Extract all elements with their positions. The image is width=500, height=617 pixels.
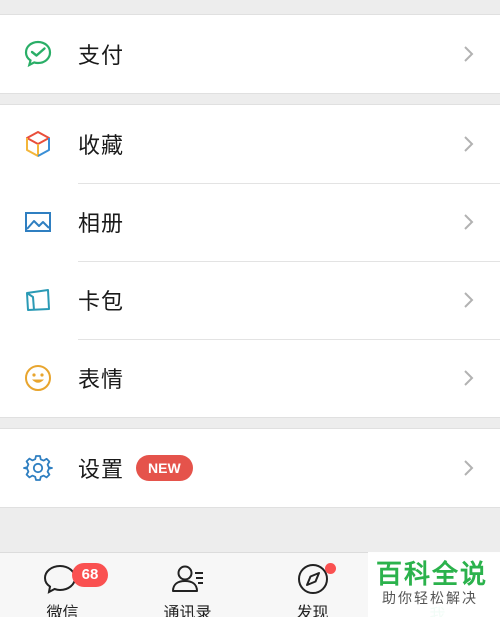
favorites-cube-icon [22, 128, 54, 160]
settings-group: 设置 NEW [0, 428, 500, 508]
content-group: 收藏 相册 卡包 表情 [0, 104, 500, 418]
menu-row-cards[interactable]: 卡包 [0, 261, 500, 339]
menu-label-favorites: 收藏 [78, 134, 125, 159]
tab-label-chats: 微信 [46, 603, 79, 617]
chevron-right-icon [464, 292, 474, 308]
menu-label-cards: 卡包 [78, 290, 125, 315]
album-image-icon [22, 206, 54, 238]
settings-gear-icon [22, 452, 54, 484]
pay-group: 支付 [0, 14, 500, 94]
menu-row-settings[interactable]: 设置 NEW [0, 429, 500, 507]
tab-discover[interactable]: 发现 [250, 553, 375, 617]
watermark-subtitle: 助你轻松解决 [382, 591, 478, 607]
menu-row-album[interactable]: 相册 [0, 183, 500, 261]
menu-label-settings: 设置 [78, 458, 125, 483]
menu-label-pay: 支付 [78, 44, 125, 69]
new-badge: NEW [136, 455, 193, 481]
menu-row-pay[interactable]: 支付 [0, 15, 500, 93]
tab-label-discover: 发现 [296, 603, 329, 617]
pay-icon [22, 38, 54, 70]
notification-dot [325, 563, 336, 574]
menu-row-favorites[interactable]: 收藏 [0, 105, 500, 183]
menu-label-album: 相册 [78, 212, 125, 237]
contacts-icon [171, 565, 203, 592]
chevron-right-icon [464, 46, 474, 62]
chevron-right-icon [464, 460, 474, 476]
tab-contacts[interactable]: 通讯录 [125, 553, 250, 617]
watermark-logo: 百科全说 助你轻松解决 [368, 552, 500, 617]
tab-chats[interactable]: 68 微信 [0, 553, 125, 617]
chevron-right-icon [464, 370, 474, 386]
sticker-smiley-icon [22, 362, 54, 394]
chevron-right-icon [464, 214, 474, 230]
menu-label-stickers: 表情 [78, 368, 125, 393]
chevron-right-icon [464, 136, 474, 152]
tab-label-contacts: 通讯录 [163, 603, 212, 617]
menu-row-stickers[interactable]: 表情 [0, 339, 500, 417]
card-wallet-icon [22, 284, 54, 316]
watermark-title: 百科全说 [376, 560, 489, 590]
unread-count-badge: 68 [72, 563, 108, 587]
